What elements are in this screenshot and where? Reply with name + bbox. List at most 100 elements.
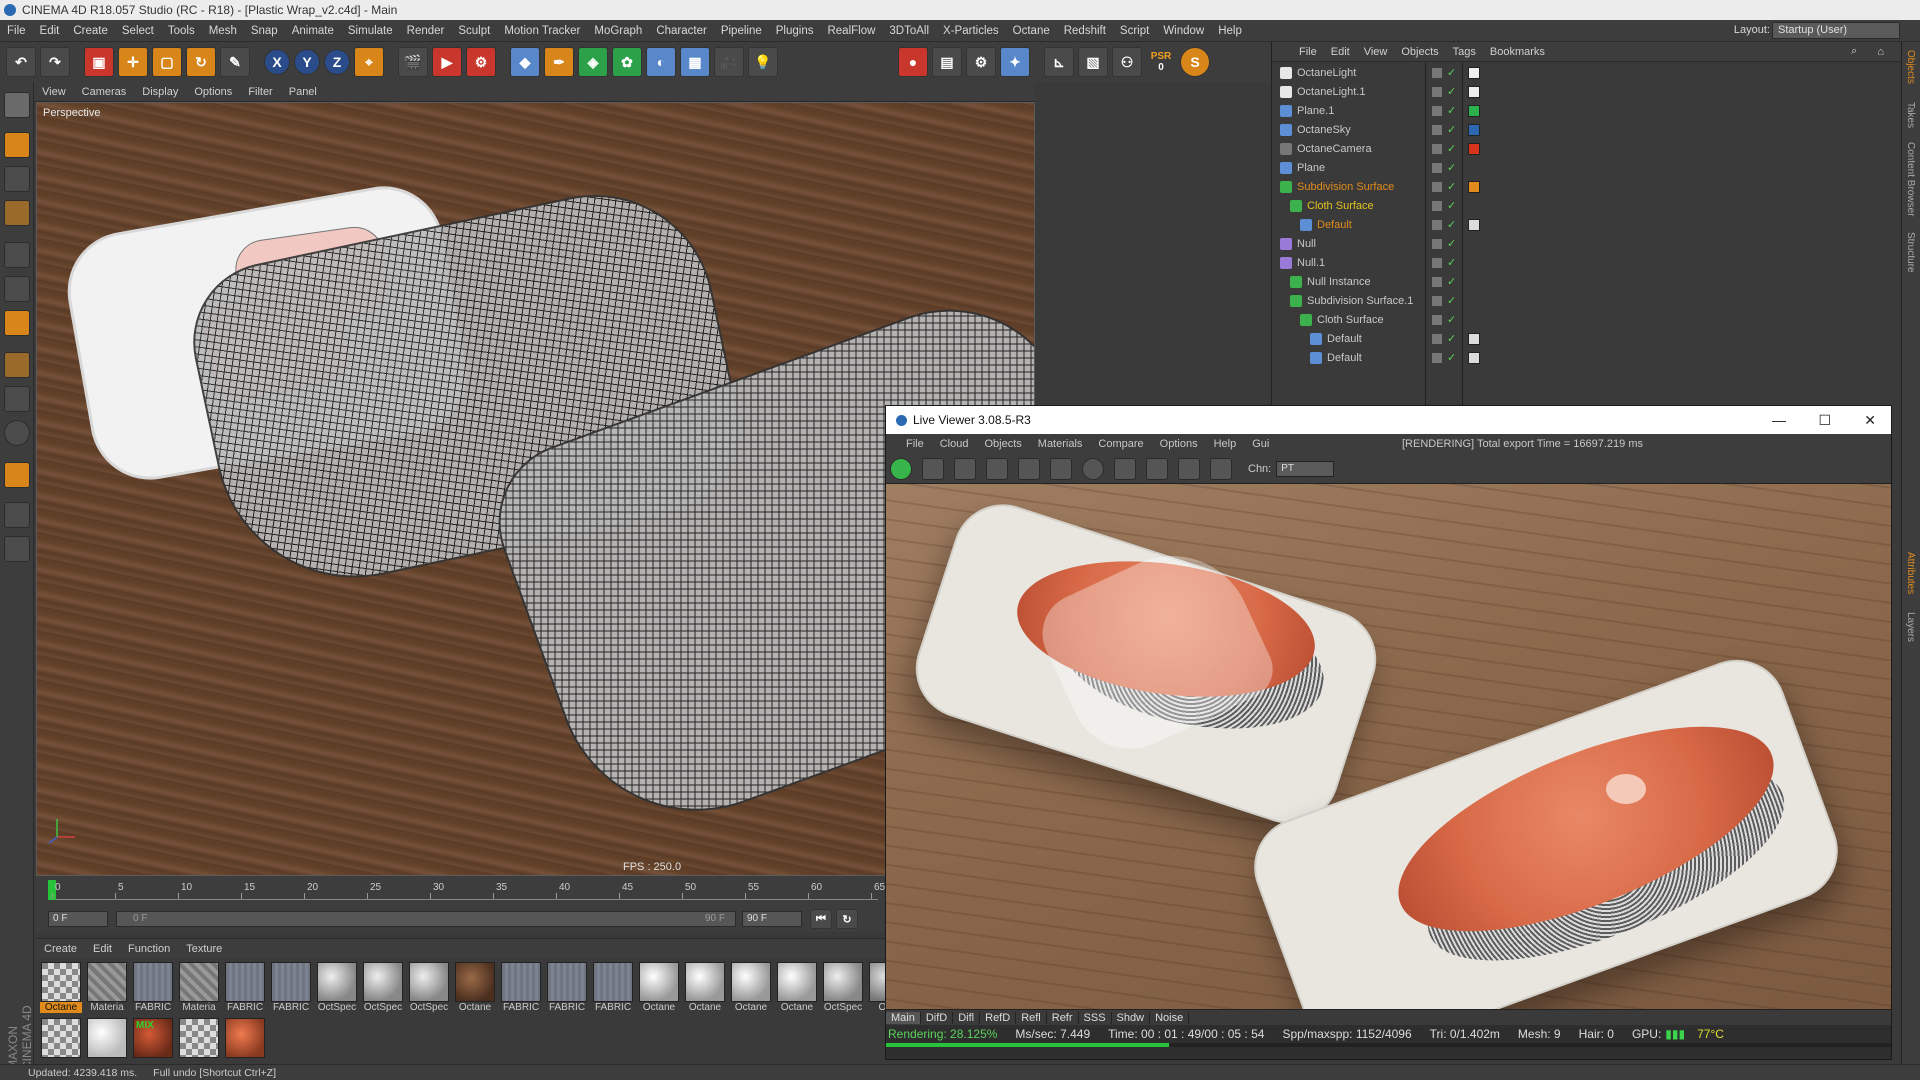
pass-tab-refr[interactable]: Refr	[1047, 1011, 1079, 1024]
visibility-toggle[interactable]	[1432, 277, 1442, 287]
octane-settings-icon[interactable]: ▤	[932, 47, 962, 77]
snap-enable-icon[interactable]	[4, 462, 30, 488]
objmgr-search-icon[interactable]: ⌕	[1844, 45, 1864, 58]
channel-dropdown[interactable]: PT	[1276, 460, 1335, 477]
object-tag-icon[interactable]	[1468, 352, 1480, 364]
object-tag-icon[interactable]	[1468, 105, 1480, 117]
render-settings-icon[interactable]: ⚙	[466, 47, 496, 77]
tab-layers[interactable]: Layers	[1905, 612, 1916, 642]
visibility-toggle[interactable]	[1432, 296, 1442, 306]
material-swatch[interactable]: OctSpec	[408, 962, 450, 1013]
cube-primitive-icon[interactable]: ◆	[510, 47, 540, 77]
enabled-check-icon[interactable]: ✓	[1447, 104, 1456, 117]
menu-motion-tracker[interactable]: Motion Tracker	[497, 25, 587, 37]
snap-icon[interactable]: ⊾	[1044, 47, 1074, 77]
enabled-check-icon[interactable]: ✓	[1447, 275, 1456, 288]
psr-reset-button[interactable]: PSR 0	[1146, 47, 1176, 77]
maximize-icon[interactable]: ☐	[1818, 412, 1831, 429]
material-swatch[interactable]: Octane	[684, 962, 726, 1013]
workplane-icon[interactable]: ▧	[1078, 47, 1108, 77]
enabled-check-icon[interactable]: ✓	[1447, 142, 1456, 155]
send-scene-icon[interactable]	[890, 457, 912, 480]
floor-environment-icon[interactable]: ▦	[680, 47, 710, 77]
menu-tools[interactable]: Tools	[161, 25, 202, 37]
render-settings-gear-icon[interactable]	[1018, 457, 1040, 480]
object-tag-icon[interactable]	[1468, 67, 1480, 79]
menu-mesh[interactable]: Mesh	[202, 25, 244, 37]
locked-workplane-icon[interactable]	[4, 502, 30, 528]
objmgr-home-icon[interactable]: ⌂	[1870, 46, 1891, 58]
clay-mode-icon[interactable]	[1114, 457, 1136, 480]
pass-tab-main[interactable]: Main	[886, 1011, 921, 1024]
axis-mode-icon[interactable]	[4, 352, 30, 378]
object-row[interactable]: Null.1	[1280, 254, 1325, 272]
material-swatch[interactable]: Materia	[178, 962, 220, 1013]
current-frame-field[interactable]: 0 F	[48, 911, 108, 927]
enabled-check-icon[interactable]: ✓	[1447, 85, 1456, 98]
enabled-check-icon[interactable]: ✓	[1447, 313, 1456, 326]
xparticles-icon[interactable]: ✦	[1000, 47, 1030, 77]
x-axis-lock-button[interactable]: X	[264, 49, 290, 75]
enabled-check-icon[interactable]: ✓	[1447, 237, 1456, 250]
tab-takes[interactable]: Takes	[1905, 102, 1916, 128]
recent-tools-icon[interactable]: ✎	[220, 47, 250, 77]
lv-menu-materials[interactable]: Materials	[1030, 438, 1091, 450]
material-menu-texture[interactable]: Texture	[178, 943, 230, 955]
material-swatch[interactable]: FABRIC	[546, 962, 588, 1013]
menu-redshift[interactable]: Redshift	[1057, 25, 1113, 37]
layout-dropdown[interactable]: Startup (User)	[1772, 22, 1900, 39]
enabled-check-icon[interactable]: ✓	[1447, 332, 1456, 345]
object-row[interactable]: Default	[1300, 216, 1352, 234]
viewport-menu-options[interactable]: Options	[186, 86, 240, 98]
menu-select[interactable]: Select	[115, 25, 161, 37]
material-swatch[interactable]	[178, 1018, 220, 1068]
points-mode-icon[interactable]	[4, 242, 30, 268]
material-swatch[interactable]: FABRIC	[500, 962, 542, 1013]
object-row[interactable]: Default	[1310, 330, 1362, 348]
object-row[interactable]: OctaneLight	[1280, 64, 1356, 82]
move-tool-icon[interactable]: ✛	[118, 47, 148, 77]
visibility-toggle[interactable]	[1432, 144, 1442, 154]
object-row[interactable]: Null Instance	[1290, 273, 1371, 291]
menu-simulate[interactable]: Simulate	[341, 25, 400, 37]
tab-objects[interactable]: Objects	[1905, 50, 1916, 84]
tab-structure[interactable]: Structure	[1905, 232, 1916, 273]
objmgr-menu-tags[interactable]: Tags	[1446, 46, 1483, 58]
material-swatch[interactable]: OctSpec	[362, 962, 404, 1013]
objmgr-menu-file[interactable]: File	[1292, 46, 1324, 58]
tweak-mode-icon[interactable]	[4, 386, 30, 412]
visibility-toggle[interactable]	[1432, 125, 1442, 135]
visibility-toggle[interactable]	[1432, 239, 1442, 249]
menu-window[interactable]: Window	[1156, 25, 1211, 37]
material-swatch[interactable]: FABRIC	[132, 962, 174, 1013]
scale-tool-icon[interactable]: ▢	[152, 47, 182, 77]
material-swatch[interactable]: OctSpec	[316, 962, 358, 1013]
viewport-menu-filter[interactable]: Filter	[240, 86, 280, 98]
lv-menu-file[interactable]: File	[898, 438, 932, 450]
object-row[interactable]: Subdivision Surface	[1280, 178, 1394, 196]
object-tag-icon[interactable]	[1468, 86, 1480, 98]
go-to-start-icon[interactable]: ⏮	[810, 909, 832, 929]
polygons-mode-icon[interactable]	[4, 310, 30, 336]
visibility-toggle[interactable]	[1432, 201, 1442, 211]
pass-tab-shdw[interactable]: Shdw	[1112, 1011, 1151, 1024]
material-swatch[interactable]	[86, 1018, 128, 1068]
enabled-check-icon[interactable]: ✓	[1447, 180, 1456, 193]
model-mode-icon[interactable]	[4, 132, 30, 158]
white-balance-picker-icon[interactable]	[1210, 457, 1232, 480]
visibility-toggle[interactable]	[1432, 220, 1442, 230]
material-swatch[interactable]: Octane	[454, 962, 496, 1013]
soft-selection-icon[interactable]	[4, 420, 30, 446]
lv-menu-cloud[interactable]: Cloud	[932, 438, 977, 450]
material-swatch[interactable]: Materia	[86, 962, 128, 1013]
object-tag-icon[interactable]	[1468, 219, 1480, 231]
material-swatch[interactable]	[224, 1018, 266, 1068]
lv-menu-options[interactable]: Options	[1152, 438, 1206, 450]
frame-ruler[interactable]: 0 5 10 15 20 25 30 35 40 45 50 55 60 65	[48, 880, 885, 900]
object-row[interactable]: Default	[1310, 349, 1362, 367]
enabled-check-icon[interactable]: ✓	[1447, 218, 1456, 231]
z-axis-lock-button[interactable]: Z	[324, 49, 350, 75]
close-icon[interactable]: ✕	[1864, 412, 1876, 429]
visibility-toggle[interactable]	[1432, 353, 1442, 363]
menu-x-particles[interactable]: X-Particles	[936, 25, 1006, 37]
